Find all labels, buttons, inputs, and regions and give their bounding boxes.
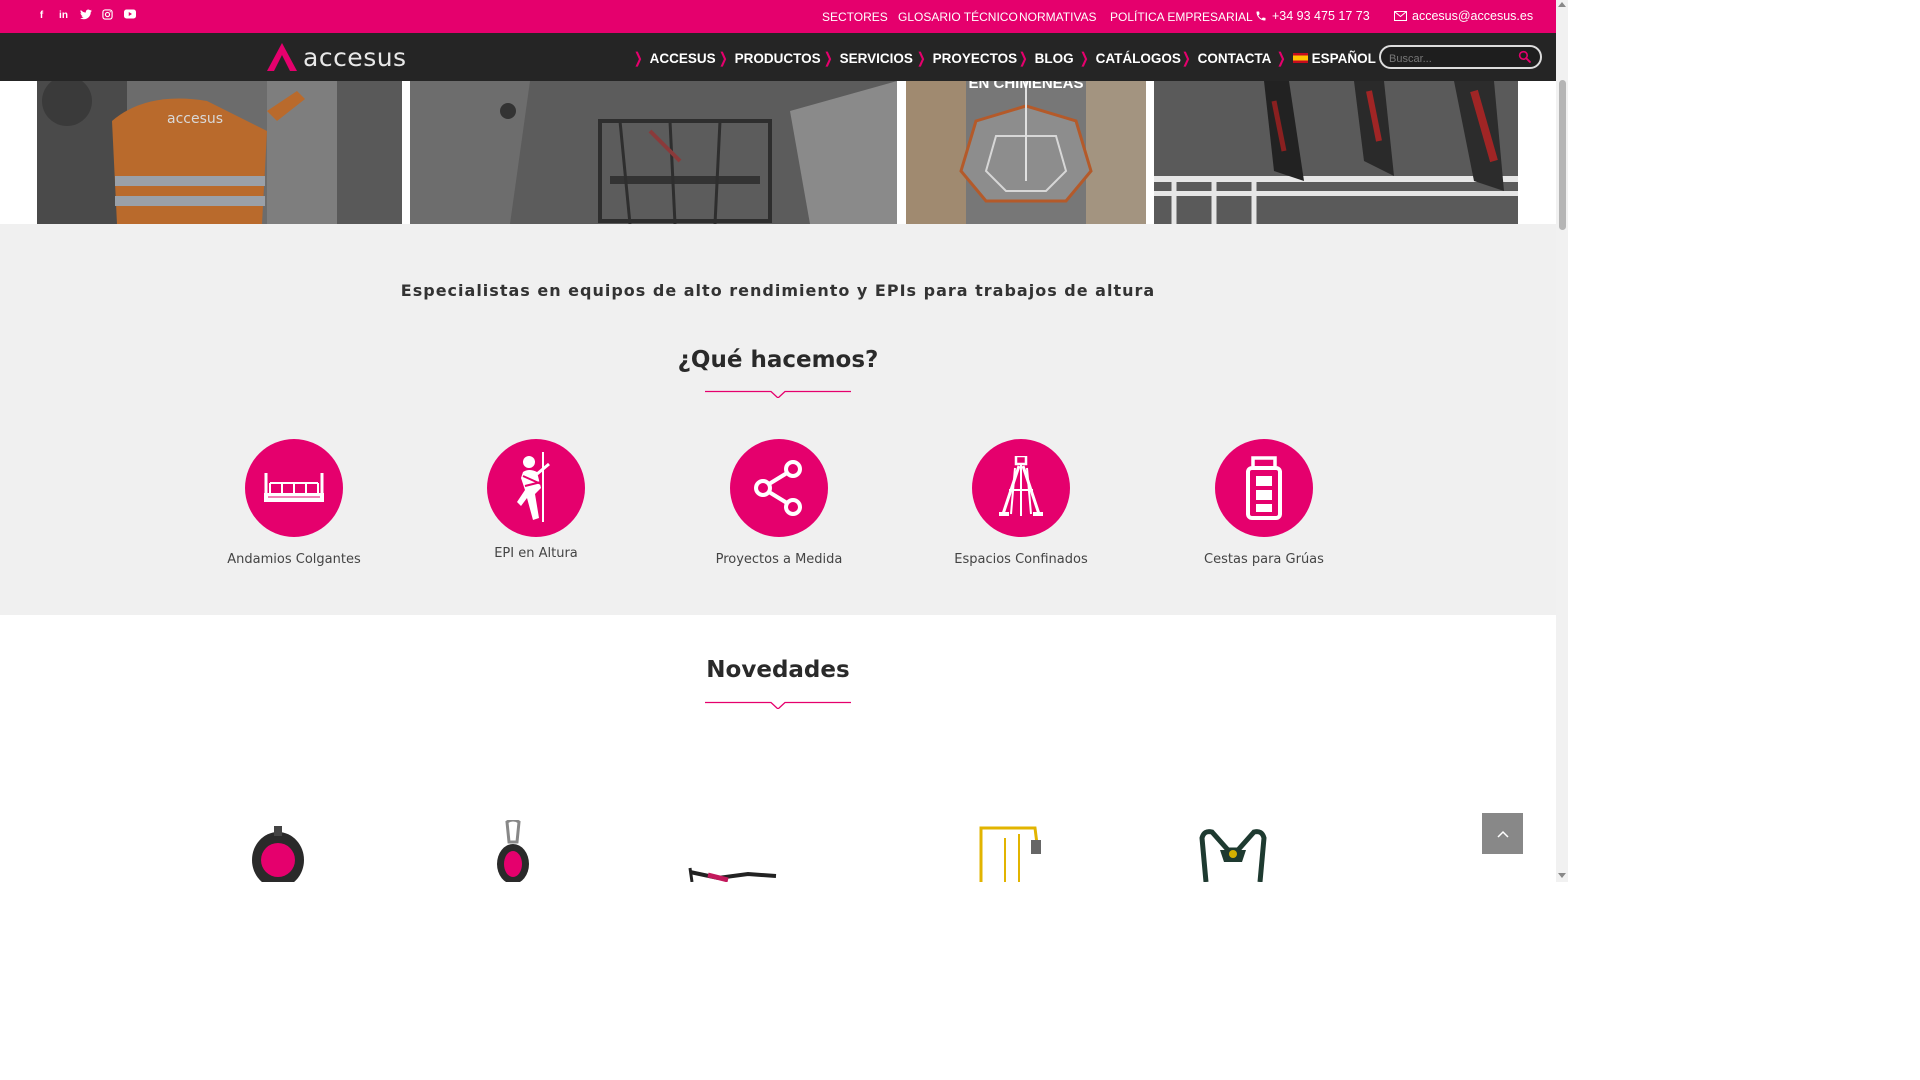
hero-image-chimney[interactable]: EN CHIMENEAS	[906, 81, 1146, 224]
nav-item-servicios[interactable]: ❯ SERVICIOS	[822, 49, 913, 67]
jacket-logo-text: accesus	[167, 111, 224, 127]
topbar-link-glosario[interactable]: GLOSARIO TÉCNICO	[898, 10, 1018, 24]
nav-label: CATÁLOGOS	[1095, 50, 1181, 66]
chevron-right-icon: ❯	[1181, 50, 1191, 67]
service-circle	[972, 439, 1070, 537]
nav-item-accesus[interactable]: ❯ ACCESUS	[632, 49, 716, 67]
social-links: f in	[35, 9, 136, 22]
nav-item-blog[interactable]: ❯ BLOG	[1017, 49, 1074, 67]
service-label: Proyectos a Medida	[715, 552, 843, 567]
email-address: accesus@accesus.es	[1412, 9, 1534, 23]
product-thumb-carabiner-device[interactable]	[493, 818, 533, 886]
chevron-right-icon: ❯	[718, 50, 728, 67]
main-navbar: accesus ❯ ACCESUS ❯ PRODUCTOS ❯ SERVICIOS ❯…	[0, 33, 1556, 81]
service-circle	[245, 439, 343, 537]
linkedin-icon[interactable]: in	[57, 9, 70, 22]
service-espacios-confinados[interactable]: Espacios Confinados	[921, 439, 1121, 567]
nav-label: ACCESUS	[649, 50, 716, 66]
topbar-link-normativas[interactable]: NORMATIVAS	[1019, 10, 1097, 24]
hero-caption: EN CHIMENEAS	[968, 81, 1084, 92]
product-thumb-davit-system[interactable]	[975, 824, 1045, 886]
tagline: Especialistas en equipos de alto rendimi…	[400, 281, 1156, 300]
service-circle	[730, 439, 828, 537]
service-epi-en-altura[interactable]: EPI en Altura	[436, 439, 636, 561]
title-divider	[705, 701, 851, 709]
service-label: Espacios Confinados	[954, 552, 1088, 567]
hero-image-workers[interactable]: accesus	[37, 81, 402, 224]
service-circle	[487, 439, 585, 537]
youtube-icon[interactable]	[123, 9, 136, 22]
service-cestas-para-gruas[interactable]: Cestas para Grúas	[1164, 439, 1364, 567]
nav-label: SERVICIOS	[839, 50, 913, 66]
nav-label: PROYECTOS	[932, 50, 1018, 66]
chevron-right-icon: ❯	[1079, 50, 1089, 67]
product-thumb-anchor-device[interactable]	[688, 860, 778, 886]
scroll-up-arrow-icon[interactable]	[1558, 2, 1566, 7]
phone-icon	[1256, 11, 1266, 21]
tripod-icon	[999, 456, 1043, 516]
topbar-link-politica[interactable]: POLÍTICA EMPRESARIAL	[1110, 10, 1253, 24]
logo-mark-icon	[267, 43, 297, 71]
search-input[interactable]	[1389, 53, 1509, 65]
share-icon	[754, 460, 802, 516]
envelope-icon	[1394, 11, 1407, 21]
nav-label: CONTACTA	[1197, 50, 1272, 66]
back-to-top-button[interactable]	[1482, 813, 1523, 854]
crane-basket-icon	[1246, 456, 1282, 520]
nav-item-catalogos[interactable]: ❯ CATÁLOGOS	[1078, 49, 1181, 67]
product-thumb-harness[interactable]	[1198, 828, 1268, 886]
nav-label: ESPAÑOL	[1311, 50, 1376, 66]
scroll-down-arrow-icon[interactable]	[1558, 873, 1566, 878]
chevron-right-icon: ❯	[1276, 50, 1286, 67]
service-label: Cestas para Grúas	[1204, 552, 1324, 567]
phone-link[interactable]: +34 93 475 17 73	[1255, 9, 1370, 23]
harness-worker-icon	[517, 452, 550, 522]
topbar-link-sectores[interactable]: SECTORES	[822, 10, 888, 24]
section-title-que-hacemos: ¿Qué hacemos?	[677, 347, 879, 373]
email-link[interactable]: accesus@accesus.es	[1394, 9, 1533, 23]
product-thumb-retractable-device[interactable]	[250, 826, 306, 888]
search-icon[interactable]	[1518, 50, 1531, 63]
title-divider	[705, 390, 851, 398]
chevron-right-icon: ❯	[1018, 50, 1028, 67]
nav-item-proyectos[interactable]: ❯ PROYECTOS	[915, 49, 1017, 67]
logo-text: accesus	[303, 42, 407, 72]
chevron-right-icon: ❯	[823, 50, 833, 67]
scrollbar-thumb[interactable]	[1559, 80, 1566, 230]
hero-image-scaffold[interactable]	[410, 81, 897, 224]
service-circle	[1215, 439, 1313, 537]
top-bar: f in SECTORES GLOSARIO TÉCNICO NORMATIVA…	[0, 0, 1556, 33]
chevron-up-icon	[1496, 830, 1509, 838]
search-box	[1379, 45, 1542, 69]
facebook-icon[interactable]: f	[35, 9, 48, 22]
chevron-right-icon: ❯	[916, 50, 926, 67]
service-proyectos-a-medida[interactable]: Proyectos a Medida	[679, 439, 879, 567]
service-label: Andamios Colgantes	[227, 552, 361, 567]
nav-item-productos[interactable]: ❯ PRODUCTOS	[717, 49, 821, 67]
nav-label: PRODUCTOS	[734, 50, 821, 66]
section-title-novedades: Novedades	[706, 657, 850, 683]
site-logo[interactable]: accesus	[265, 41, 407, 73]
service-label: EPI en Altura	[494, 546, 578, 561]
chevron-right-icon: ❯	[633, 50, 643, 67]
spain-flag-icon	[1292, 53, 1308, 63]
nav-item-language[interactable]: ❯ ESPAÑOL	[1275, 49, 1376, 67]
phone-number: +34 93 475 17 73	[1272, 9, 1370, 23]
suspended-scaffold-icon	[264, 473, 324, 502]
service-andamios-colgantes[interactable]: Andamios Colgantes	[194, 439, 394, 567]
instagram-icon[interactable]	[101, 9, 114, 22]
hero-image-harnesses[interactable]	[1154, 81, 1518, 224]
nav-item-contacta[interactable]: ❯ CONTACTA	[1180, 49, 1271, 67]
nav-label: BLOG	[1034, 50, 1074, 66]
twitter-icon[interactable]	[79, 9, 92, 22]
